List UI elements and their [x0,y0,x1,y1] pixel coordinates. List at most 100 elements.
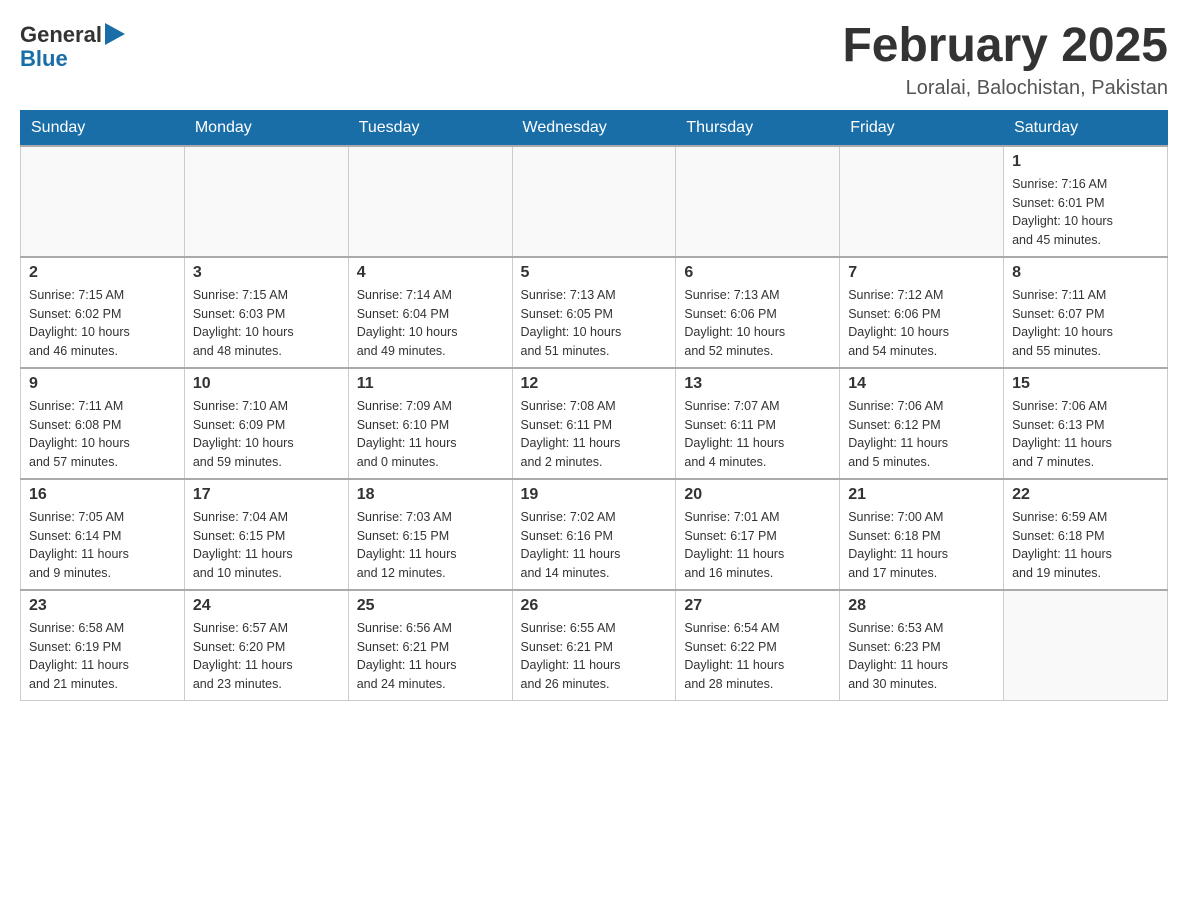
day-number: 18 [357,486,504,504]
logo-arrow-icon [105,23,125,45]
day-info: Sunrise: 7:12 AM Sunset: 6:06 PM Dayligh… [848,286,995,361]
table-row [512,146,676,257]
day-info: Sunrise: 6:58 AM Sunset: 6:19 PM Dayligh… [29,619,176,694]
day-number: 7 [848,264,995,282]
logo: General Blue [20,20,125,72]
location-text: Loralai, Balochistan, Pakistan [842,77,1168,100]
table-row: 5 Sunrise: 7:13 AM Sunset: 6:05 PM Daylig… [512,257,676,368]
page-header: General Blue February 2025 Loralai, Balo… [20,20,1168,100]
day-info: Sunrise: 7:06 AM Sunset: 6:12 PM Dayligh… [848,397,995,472]
header-tuesday: Tuesday [348,110,512,146]
table-row: 13 Sunrise: 7:07 AM Sunset: 6:11 PM Dayli… [676,368,840,479]
day-number: 14 [848,375,995,393]
table-row: 8Sunrise: 7:11 AM Sunset: 6:07 PM Daylig… [1004,257,1168,368]
table-row: 11 Sunrise: 7:09 AM Sunset: 6:10 PM Dayli… [348,368,512,479]
logo-general-text: General [20,22,102,48]
day-info: Sunrise: 7:14 AM Sunset: 6:04 PM Dayligh… [357,286,504,361]
table-row: 27 Sunrise: 6:54 AM Sunset: 6:22 PM Dayli… [676,590,840,701]
day-number: 26 [521,597,668,615]
logo-blue-text: Blue [20,46,125,72]
table-row: 21 Sunrise: 7:00 AM Sunset: 6:18 PM Dayli… [840,479,1004,590]
day-number: 20 [684,486,831,504]
table-row: 9 Sunrise: 7:11 AM Sunset: 6:08 PM Daylig… [21,368,185,479]
day-number: 9 [29,375,176,393]
day-info: Sunrise: 7:06 AM Sunset: 6:13 PM Dayligh… [1012,397,1159,472]
table-row: 19Sunrise: 7:02 AM Sunset: 6:16 PM Dayli… [512,479,676,590]
day-number: 11 [357,375,504,393]
day-number: 17 [193,486,340,504]
table-row: 3 Sunrise: 7:15 AM Sunset: 6:03 PM Daylig… [184,257,348,368]
day-number: 13 [684,375,831,393]
day-number: 3 [193,264,340,282]
day-number: 28 [848,597,995,615]
day-number: 2 [29,264,176,282]
day-info: Sunrise: 6:57 AM Sunset: 6:20 PM Dayligh… [193,619,340,694]
header-monday: Monday [184,110,348,146]
header-saturday: Saturday [1004,110,1168,146]
day-info: Sunrise: 7:09 AM Sunset: 6:10 PM Dayligh… [357,397,504,472]
header-wednesday: Wednesday [512,110,676,146]
day-info: Sunrise: 7:13 AM Sunset: 6:05 PM Dayligh… [521,286,668,361]
day-info: Sunrise: 7:07 AM Sunset: 6:11 PM Dayligh… [684,397,831,472]
day-number: 16 [29,486,176,504]
table-row: 25 Sunrise: 6:56 AM Sunset: 6:21 PM Dayli… [348,590,512,701]
day-info: Sunrise: 7:02 AM Sunset: 6:16 PM Dayligh… [521,508,668,583]
header-friday: Friday [840,110,1004,146]
day-info: Sunrise: 7:11 AM Sunset: 6:08 PM Dayligh… [29,397,176,472]
day-info: Sunrise: 7:03 AM Sunset: 6:15 PM Dayligh… [357,508,504,583]
day-info: Sunrise: 7:15 AM Sunset: 6:03 PM Dayligh… [193,286,340,361]
table-row [1004,590,1168,701]
day-info: Sunrise: 7:00 AM Sunset: 6:18 PM Dayligh… [848,508,995,583]
day-number: 1 [1012,153,1159,171]
day-number: 21 [848,486,995,504]
day-info: Sunrise: 6:59 AM Sunset: 6:18 PM Dayligh… [1012,508,1159,583]
day-info: Sunrise: 7:05 AM Sunset: 6:14 PM Dayligh… [29,508,176,583]
day-number: 25 [357,597,504,615]
day-number: 15 [1012,375,1159,393]
day-number: 12 [521,375,668,393]
header-sunday: Sunday [21,110,185,146]
day-number: 23 [29,597,176,615]
day-number: 5 [521,264,668,282]
day-info: Sunrise: 6:53 AM Sunset: 6:23 PM Dayligh… [848,619,995,694]
table-row: 22Sunrise: 6:59 AM Sunset: 6:18 PM Dayli… [1004,479,1168,590]
table-row [184,146,348,257]
table-row [676,146,840,257]
calendar-week-row: 23 Sunrise: 6:58 AM Sunset: 6:19 PM Dayli… [21,590,1168,701]
calendar-week-row: 16 Sunrise: 7:05 AM Sunset: 6:14 PM Dayli… [21,479,1168,590]
table-row: 18 Sunrise: 7:03 AM Sunset: 6:15 PM Dayli… [348,479,512,590]
day-number: 27 [684,597,831,615]
day-number: 6 [684,264,831,282]
day-info: Sunrise: 7:16 AM Sunset: 6:01 PM Dayligh… [1012,175,1159,250]
table-row [21,146,185,257]
month-title: February 2025 [842,20,1168,73]
day-info: Sunrise: 6:56 AM Sunset: 6:21 PM Dayligh… [357,619,504,694]
table-row [348,146,512,257]
table-row: 26Sunrise: 6:55 AM Sunset: 6:21 PM Dayli… [512,590,676,701]
table-row: 15 Sunrise: 7:06 AM Sunset: 6:13 PM Dayli… [1004,368,1168,479]
day-info: Sunrise: 7:10 AM Sunset: 6:09 PM Dayligh… [193,397,340,472]
calendar-week-row: 9 Sunrise: 7:11 AM Sunset: 6:08 PM Daylig… [21,368,1168,479]
table-row: 28 Sunrise: 6:53 AM Sunset: 6:23 PM Dayli… [840,590,1004,701]
day-info: Sunrise: 7:01 AM Sunset: 6:17 PM Dayligh… [684,508,831,583]
table-row: 17Sunrise: 7:04 AM Sunset: 6:15 PM Dayli… [184,479,348,590]
day-info: Sunrise: 7:11 AM Sunset: 6:07 PM Dayligh… [1012,286,1159,361]
table-row [840,146,1004,257]
calendar-table: Sunday Monday Tuesday Wednesday Thursday… [20,110,1168,701]
day-number: 10 [193,375,340,393]
table-row: 16 Sunrise: 7:05 AM Sunset: 6:14 PM Dayli… [21,479,185,590]
table-row: 4 Sunrise: 7:14 AM Sunset: 6:04 PM Daylig… [348,257,512,368]
calendar-header-row: Sunday Monday Tuesday Wednesday Thursday… [21,110,1168,146]
table-row: 14 Sunrise: 7:06 AM Sunset: 6:12 PM Dayli… [840,368,1004,479]
table-row: 7 Sunrise: 7:12 AM Sunset: 6:06 PM Daylig… [840,257,1004,368]
day-info: Sunrise: 7:13 AM Sunset: 6:06 PM Dayligh… [684,286,831,361]
day-number: 4 [357,264,504,282]
table-row: 10 Sunrise: 7:10 AM Sunset: 6:09 PM Dayli… [184,368,348,479]
calendar-week-row: 1 Sunrise: 7:16 AM Sunset: 6:01 PM Daylig… [21,146,1168,257]
day-info: Sunrise: 6:54 AM Sunset: 6:22 PM Dayligh… [684,619,831,694]
table-row: 6 Sunrise: 7:13 AM Sunset: 6:06 PM Daylig… [676,257,840,368]
table-row: 23 Sunrise: 6:58 AM Sunset: 6:19 PM Dayli… [21,590,185,701]
day-number: 24 [193,597,340,615]
day-info: Sunrise: 7:08 AM Sunset: 6:11 PM Dayligh… [521,397,668,472]
day-info: Sunrise: 7:15 AM Sunset: 6:02 PM Dayligh… [29,286,176,361]
